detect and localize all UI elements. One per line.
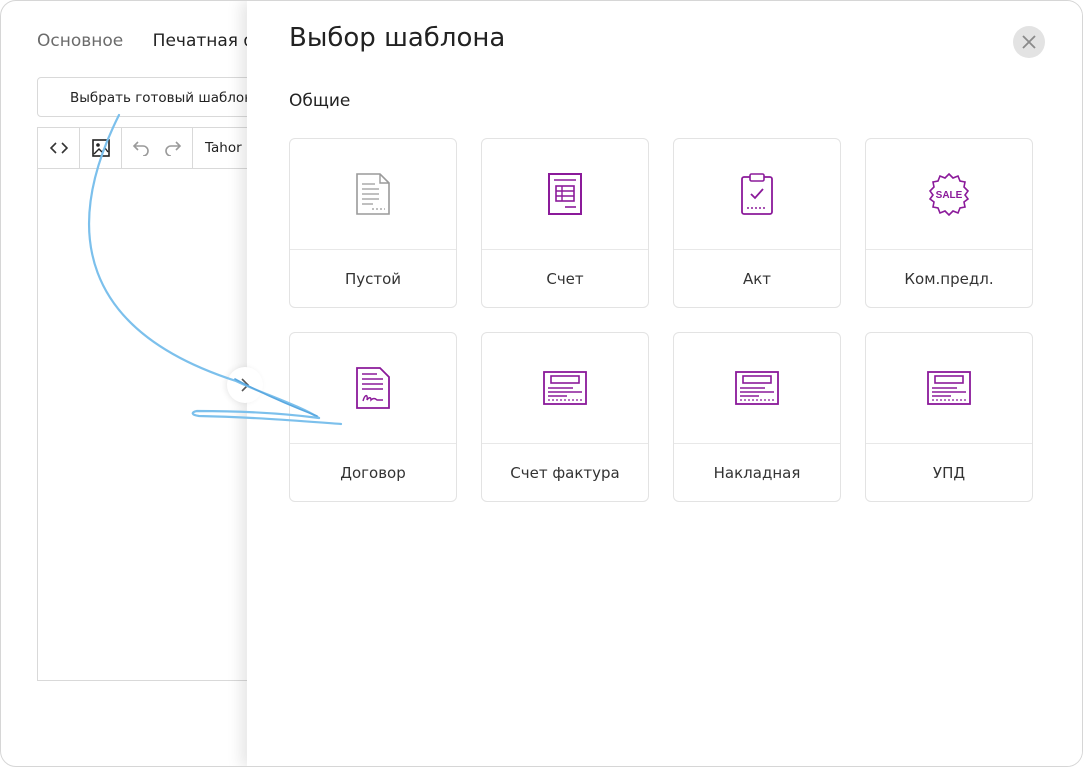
sale-badge-text: SALE xyxy=(936,190,963,201)
tab-main[interactable]: Основное xyxy=(37,31,123,51)
template-card-act[interactable]: Акт xyxy=(673,138,841,308)
template-label: Ком.предл. xyxy=(904,269,994,288)
contract-signature-icon xyxy=(356,367,390,409)
invoice-form-icon xyxy=(543,371,587,405)
template-grid: Пустой Счет Акт SALE Ком.предл. Договор … xyxy=(289,138,1033,502)
chevron-right-icon xyxy=(241,378,250,392)
modal-title: Выбор шаблона xyxy=(289,23,506,53)
template-label: Счет xyxy=(546,269,584,288)
template-card-blank[interactable]: Пустой xyxy=(289,138,457,308)
template-card-waybill[interactable]: Накладная xyxy=(673,332,841,502)
redo-icon[interactable] xyxy=(164,140,182,156)
template-label: Договор xyxy=(340,463,406,482)
upd-form-icon xyxy=(927,371,971,405)
section-title: Общие xyxy=(289,91,351,111)
template-card-contract[interactable]: Договор xyxy=(289,332,457,502)
sale-badge-icon: SALE xyxy=(928,172,970,216)
font-family-select[interactable]: Tahor xyxy=(193,140,242,156)
undo-redo-group xyxy=(122,128,193,168)
template-label: Акт xyxy=(742,269,772,288)
template-card-invoice-factura[interactable]: Счет фактура xyxy=(481,332,649,502)
template-label: УПД xyxy=(932,463,966,482)
template-label: Накладная xyxy=(713,463,801,482)
undo-icon[interactable] xyxy=(132,140,150,156)
insert-image-button[interactable] xyxy=(80,128,122,168)
source-code-button[interactable] xyxy=(38,128,80,168)
app-window: Основное Печатная фо Выбрать готовый шаб… xyxy=(0,0,1083,767)
act-clipboard-icon xyxy=(741,173,773,215)
image-icon xyxy=(91,139,110,157)
close-button[interactable] xyxy=(1013,26,1045,58)
invoice-icon xyxy=(548,173,582,215)
waybill-form-icon xyxy=(735,371,779,405)
code-icon xyxy=(49,142,68,154)
template-card-upd[interactable]: УПД xyxy=(865,332,1033,502)
template-label: Счет фактура xyxy=(510,463,620,482)
close-icon xyxy=(1022,35,1036,49)
blank-document-icon xyxy=(356,173,390,215)
template-label: Пустой xyxy=(344,269,402,288)
template-card-invoice[interactable]: Счет xyxy=(481,138,649,308)
template-picker-modal: Выбор шаблона Общие Пустой Счет Акт SALE… xyxy=(247,1,1082,766)
panel-collapse-handle[interactable] xyxy=(227,367,263,403)
template-card-commercial-offer[interactable]: SALE Ком.предл. xyxy=(865,138,1033,308)
